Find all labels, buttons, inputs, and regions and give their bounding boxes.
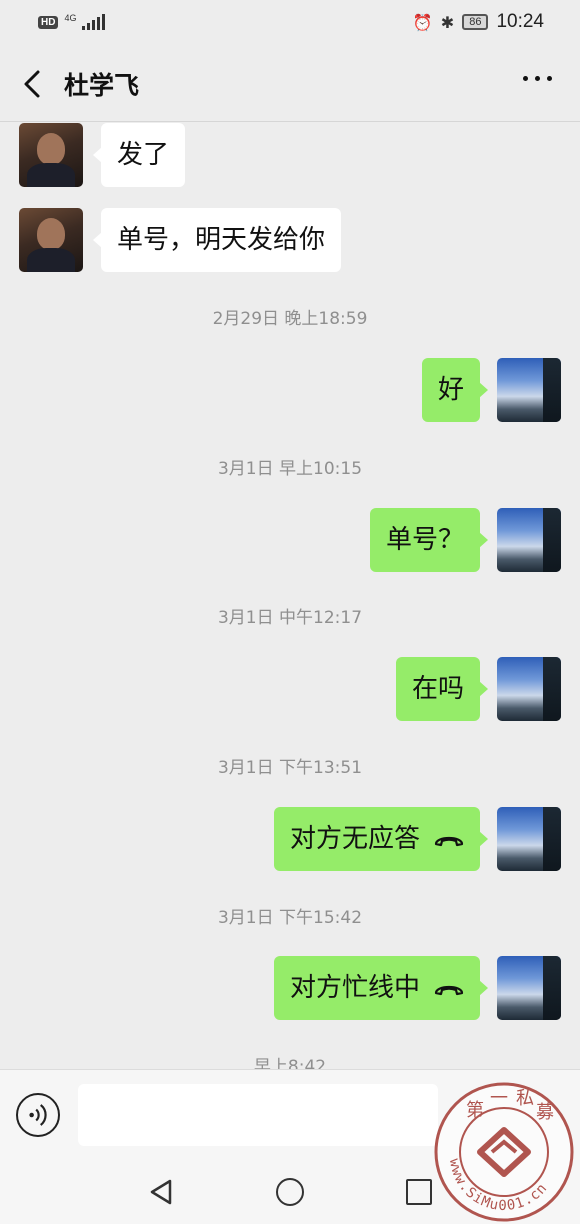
- voice-icon[interactable]: [16, 1093, 60, 1137]
- svg-text:私: 私: [516, 1088, 534, 1109]
- message-bubble[interactable]: 在吗: [395, 657, 489, 721]
- message-timestamp: 3月1日 下午15:42: [217, 908, 363, 928]
- call-bubble[interactable]: 对方无应答: [273, 807, 489, 871]
- message-bubble[interactable]: 单号？: [369, 508, 489, 572]
- contact-avatar[interactable]: [19, 208, 83, 272]
- contact-name: 杜学飞: [64, 71, 140, 100]
- message-timestamp: 3月1日 下午13:51: [217, 758, 363, 778]
- watermark-stamp: 第 一 私 募 www.SiMu001.cn: [434, 1082, 574, 1222]
- svg-text:一: 一: [490, 1088, 508, 1109]
- chat-area[interactable]: 发了 单号，明天发给你 2月29日 晚上18:59 好 3月1日 早上10:15…: [0, 123, 580, 1069]
- svg-text:募: 募: [536, 1102, 554, 1123]
- status-time: 10:24: [496, 11, 544, 32]
- contact-avatar[interactable]: [19, 123, 83, 187]
- bluetooth-icon: ✱: [440, 12, 455, 32]
- message-timestamp: 3月1日 中午12:17: [217, 608, 363, 628]
- call-icon: [434, 985, 464, 995]
- svg-text:第: 第: [466, 1100, 484, 1121]
- status-bar: HD 4G ⏰ ✱ 86 10:24: [0, 0, 580, 46]
- message-timestamp: 早上8:42: [253, 1057, 327, 1069]
- message-input[interactable]: [78, 1084, 438, 1146]
- message-timestamp: 3月1日 早上10:15: [217, 459, 363, 479]
- status-right: ⏰ ✱ 86 10:24: [413, 11, 544, 33]
- message-bubble[interactable]: 好: [421, 358, 489, 422]
- self-avatar[interactable]: [497, 807, 561, 871]
- self-avatar[interactable]: [497, 657, 561, 721]
- self-avatar[interactable]: [497, 956, 561, 1020]
- nav-home-icon[interactable]: [276, 1178, 304, 1206]
- chat-header: 杜学飞: [0, 46, 580, 122]
- call-icon: [434, 836, 464, 846]
- back-icon[interactable]: [16, 64, 50, 104]
- hd-badge: HD: [38, 15, 59, 29]
- message-timestamp: 2月29日 晚上18:59: [212, 309, 368, 329]
- call-status-text: 对方忙线中: [289, 973, 420, 1003]
- alarm-icon: ⏰: [412, 12, 433, 32]
- signal-icon: [82, 14, 106, 30]
- self-avatar[interactable]: [497, 358, 561, 422]
- self-avatar[interactable]: [497, 508, 561, 572]
- nav-back-icon[interactable]: [146, 1177, 176, 1207]
- status-left: HD 4G: [38, 13, 106, 30]
- message-bubble[interactable]: 单号，明天发给你: [92, 208, 342, 272]
- call-bubble[interactable]: 对方忙线中: [273, 956, 489, 1020]
- network-type: 4G: [64, 13, 77, 23]
- call-status-text: 对方无应答: [289, 824, 420, 854]
- battery-indicator: 86: [462, 14, 489, 30]
- more-icon[interactable]: [523, 76, 552, 81]
- nav-recents-icon[interactable]: [406, 1179, 432, 1205]
- message-bubble[interactable]: 发了: [92, 123, 186, 187]
